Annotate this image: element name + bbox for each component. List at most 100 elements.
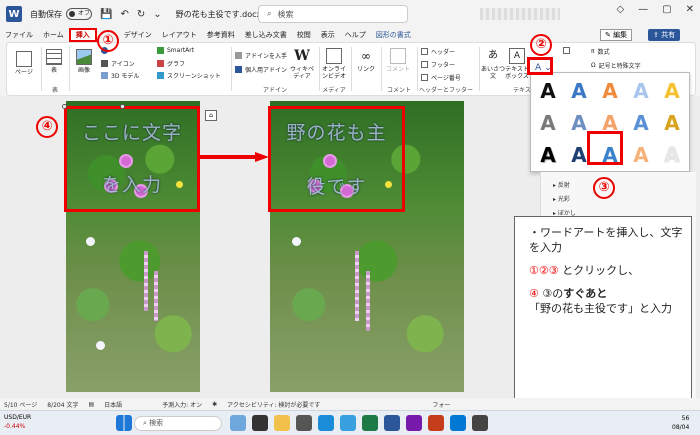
wordart-style-1-0[interactable]: A: [535, 109, 561, 137]
outlook-icon[interactable]: [450, 415, 466, 431]
chart-button[interactable]: グラフ: [157, 59, 185, 68]
header-button[interactable]: ヘッダー: [421, 47, 455, 56]
pane-item-glow[interactable]: ▸ 光彩: [553, 194, 570, 203]
excel-icon[interactable]: [362, 415, 378, 431]
maximize-icon[interactable]: ▢: [662, 4, 671, 15]
footer-button[interactable]: フッター: [421, 60, 455, 69]
wordart-style-0-4[interactable]: A: [659, 77, 685, 105]
status-accessibility[interactable]: アクセシビリティ: 検討が必要です: [227, 400, 320, 409]
chrome-icon[interactable]: [340, 415, 356, 431]
edge-icon[interactable]: [318, 415, 334, 431]
app-icon[interactable]: [296, 415, 312, 431]
pane-item-reflection[interactable]: ▸ 反射: [553, 180, 570, 189]
minimize-icon[interactable]: —: [638, 4, 648, 15]
right-wordart-line1[interactable]: 野の花も主: [270, 118, 403, 148]
tab-review[interactable]: 校閲: [292, 28, 316, 42]
wordart-style-1-3[interactable]: A: [628, 109, 654, 137]
taskview-icon[interactable]: [252, 415, 268, 431]
screenshot-icon: [157, 72, 164, 79]
dropcap-button[interactable]: [563, 47, 570, 54]
symbol-button[interactable]: Ω 記号と特殊文字: [591, 61, 641, 70]
powerpoint-icon[interactable]: [428, 415, 444, 431]
tab-layout[interactable]: レイアウト: [157, 28, 202, 42]
left-wordart-line1[interactable]: ここに文字: [66, 118, 198, 148]
ribbon-options-icon[interactable]: ◇: [616, 4, 624, 15]
pages-button[interactable]: ページ: [11, 51, 37, 76]
save-icon[interactable]: 💾: [100, 9, 112, 20]
status-text-prediction[interactable]: 予測入力: オン: [162, 400, 202, 409]
left-wordart-line2[interactable]: を入力: [66, 170, 198, 200]
page-number-button[interactable]: ページ番号: [421, 73, 461, 82]
proofing-icon[interactable]: ▤: [88, 401, 94, 408]
stock-widget[interactable]: USD/EUR -0.44%: [4, 413, 31, 431]
wordart-style-0-2[interactable]: A: [597, 77, 623, 105]
smartart-button[interactable]: SmartArt: [157, 47, 194, 54]
clock-time: 56: [681, 415, 690, 422]
wordart-style-0-3[interactable]: A: [628, 77, 654, 105]
undo-icon[interactable]: ↶: [120, 9, 128, 20]
word-icon[interactable]: [384, 415, 400, 431]
status-page[interactable]: 5/10 ページ: [4, 400, 37, 409]
wordart-style-0-1[interactable]: A: [566, 77, 592, 105]
share-button[interactable]: ⇪ 共有: [648, 29, 681, 41]
close-icon[interactable]: ✕: [686, 4, 694, 15]
greeting-button[interactable]: あ あいさつ文: [481, 48, 505, 80]
layout-options-icon[interactable]: ⌂: [205, 110, 217, 121]
tab-insert[interactable]: 挿入: [68, 28, 97, 42]
autosave-toggle[interactable]: オフ: [66, 8, 92, 20]
taskbar-search[interactable]: ⌕ 検索: [134, 416, 222, 431]
search-input[interactable]: ⌕ 検索: [258, 5, 408, 23]
screenshot-button[interactable]: スクリーンショット: [157, 71, 221, 80]
table-button[interactable]: 表: [45, 49, 63, 74]
taskbar: USD/EUR -0.44% ⌕ 検索 56 08/04: [0, 410, 700, 435]
tab-shape-format[interactable]: 図形の書式: [371, 28, 416, 42]
tab-mailings[interactable]: 差し込み文書: [240, 28, 292, 42]
redo-icon[interactable]: ↻: [137, 9, 145, 20]
tab-view[interactable]: 表示: [316, 28, 340, 42]
resize-handle[interactable]: [62, 104, 67, 109]
status-words[interactable]: 8/204 文字: [47, 400, 78, 409]
explorer-icon[interactable]: [274, 415, 290, 431]
wordart-style-2-4[interactable]: A: [659, 141, 685, 169]
link-button[interactable]: ∞ リンク: [355, 48, 377, 73]
wikipedia-button[interactable]: W ウィキペディア: [289, 48, 315, 80]
tab-file[interactable]: ファイル: [0, 28, 38, 42]
image-button[interactable]: 画像: [73, 49, 95, 74]
start-icon[interactable]: [116, 415, 132, 431]
tab-help[interactable]: ヘルプ: [340, 28, 371, 42]
resize-handle[interactable]: [120, 104, 125, 109]
accessibility-icon[interactable]: ✱: [212, 401, 217, 408]
online-video-button[interactable]: オンラインビデオ: [321, 48, 347, 80]
equation-button[interactable]: π 数式: [591, 47, 610, 56]
comment-label: コメント: [385, 66, 410, 73]
app-icon-2[interactable]: [472, 415, 488, 431]
edit-mode-button[interactable]: ✎ 編集: [600, 29, 633, 41]
icon-button[interactable]: アイコン: [101, 59, 135, 68]
textbox-button[interactable]: A テキストボックス: [505, 48, 529, 80]
status-focus[interactable]: フォー: [432, 400, 450, 409]
note-line3: ④ ③のすぐあと: [529, 286, 685, 301]
my-addins-button[interactable]: 個人用アドイン: [235, 65, 287, 74]
group-label-addin: アドイン: [262, 87, 287, 94]
qat-more-icon[interactable]: ⌄: [153, 9, 161, 20]
status-language[interactable]: 日本語: [104, 400, 122, 409]
footer-icon: [421, 61, 428, 68]
video-icon: [326, 48, 342, 64]
system-clock[interactable]: 56 08/04: [672, 414, 689, 432]
wordart-style-2-0[interactable]: A: [535, 141, 561, 169]
tab-references[interactable]: 参考資料: [202, 28, 240, 42]
orchid-spike: [144, 251, 148, 311]
get-addins-button[interactable]: アドインを入手: [235, 51, 287, 60]
comment-button[interactable]: コメント: [385, 48, 411, 73]
onenote-icon[interactable]: [406, 415, 422, 431]
note-click: とクリックし、: [558, 264, 640, 277]
widget-icon[interactable]: [230, 415, 246, 431]
wordart-style-0-0[interactable]: A: [535, 77, 561, 105]
wordart-style-2-3[interactable]: A: [628, 141, 654, 169]
model3d-button[interactable]: 3D モデル: [101, 71, 139, 80]
white-flower: [292, 237, 301, 246]
tab-home[interactable]: ホーム: [38, 28, 69, 42]
right-wordart-line2[interactable]: 役です: [270, 172, 403, 202]
tab-design[interactable]: デザイン: [119, 28, 157, 42]
wordart-style-1-4[interactable]: A: [659, 109, 685, 137]
